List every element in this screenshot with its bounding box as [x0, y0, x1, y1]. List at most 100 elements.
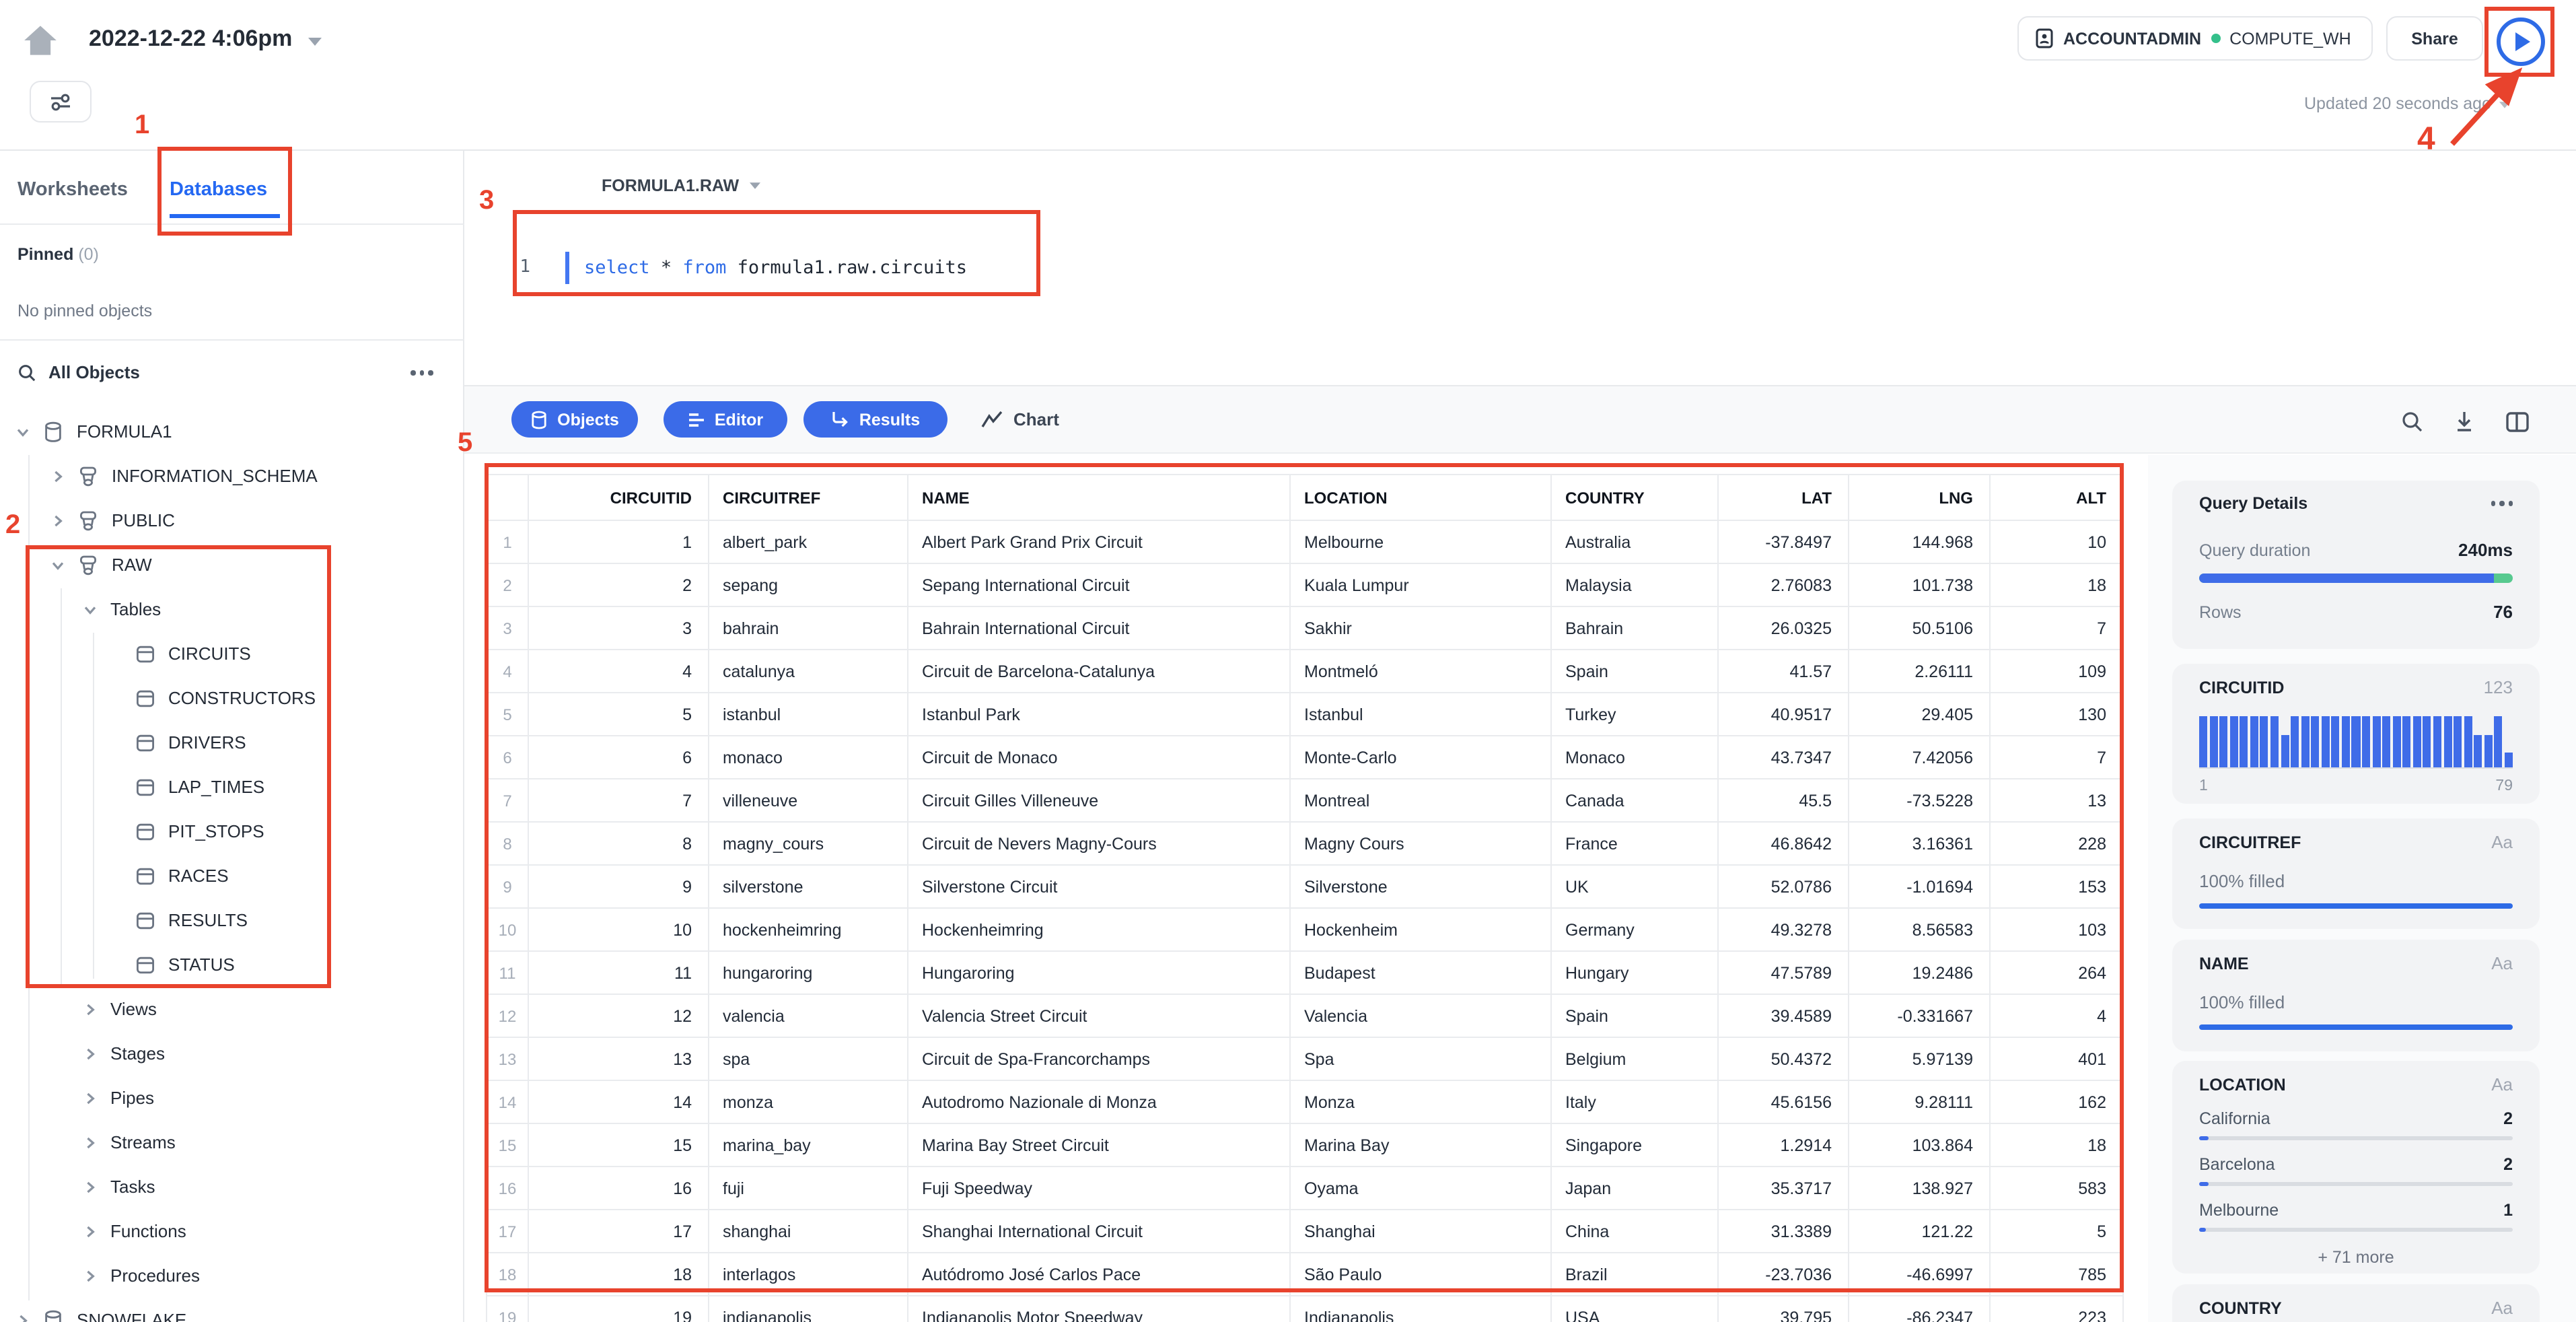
tree-item-pipes[interactable]: Pipes — [0, 1076, 464, 1120]
tree-item-functions[interactable]: Functions — [0, 1209, 464, 1253]
column-header[interactable] — [486, 474, 529, 521]
tab-databases[interactable]: Databases — [170, 179, 267, 201]
split-panel-button[interactable] — [2503, 408, 2530, 435]
chevron-right-icon[interactable] — [83, 1091, 97, 1105]
tab-results[interactable]: Results — [803, 401, 947, 438]
table-row[interactable]: 12 12 valencia Valencia Street Circuit Valen… — [486, 995, 2124, 1038]
object-search[interactable]: All Objects — [17, 362, 140, 382]
tree-item-public[interactable]: PUBLIC — [0, 498, 464, 543]
chevron-right-icon[interactable] — [51, 514, 65, 527]
table-row[interactable]: 1 1 albert_park Albert Park Grand Prix Circ… — [486, 521, 2124, 564]
table-row[interactable]: 5 5 istanbul Istanbul Park Istanbul Turkey 40.… — [486, 693, 2124, 736]
table-row[interactable]: 18 18 interlagos Autódromo José Carlos Pace… — [486, 1253, 2124, 1296]
tree-item-drivers[interactable]: DRIVERS — [0, 720, 464, 765]
duration-bar-execution — [2199, 573, 2495, 583]
table-cell: 7.42056 — [1849, 736, 1991, 779]
table-cell: Bahrain — [1552, 607, 1719, 650]
column-header[interactable]: ALT — [1991, 474, 2124, 521]
table-row[interactable]: 3 3 bahrain Bahrain International Circuit Sa… — [486, 607, 2124, 650]
tree-item-races[interactable]: RACES — [0, 854, 464, 898]
tree-item-tables[interactable]: Tables — [0, 587, 464, 631]
tree-item-circuits[interactable]: CIRCUITS — [0, 631, 464, 676]
chevron-down-icon[interactable] — [83, 602, 97, 616]
table-row[interactable]: 4 4 catalunya Circuit de Barcelona-Cataluny… — [486, 650, 2124, 693]
chevron-right-icon[interactable] — [83, 1269, 97, 1282]
table-row[interactable]: 14 14 monza Autodromo Nazionale di Monza Mon… — [486, 1081, 2124, 1124]
table-cell: Circuit Gilles Villeneuve — [908, 779, 1291, 823]
filters-button[interactable] — [30, 81, 92, 123]
column-header[interactable]: NAME — [908, 474, 1291, 521]
tab-objects[interactable]: Objects — [511, 401, 638, 438]
tree-item-stages[interactable]: Stages — [0, 1031, 464, 1076]
table-row[interactable]: 19 19 indianapolis Indianapolis Motor Speed… — [486, 1296, 2124, 1322]
tree-item-tasks[interactable]: Tasks — [0, 1164, 464, 1209]
download-results-button[interactable] — [2451, 408, 2478, 435]
table-cell: Monte-Carlo — [1291, 736, 1552, 779]
tree-item-results[interactable]: RESULTS — [0, 898, 464, 942]
table-row[interactable]: 7 7 villeneuve Circuit Gilles Villeneuve Mon… — [486, 779, 2124, 823]
chevron-right-icon[interactable] — [16, 1313, 30, 1322]
tab-worksheets[interactable]: Worksheets — [17, 179, 128, 201]
table-row[interactable]: 13 13 spa Circuit de Spa-Francorchamps Spa Be… — [486, 1038, 2124, 1081]
worksheet-title[interactable]: 2022-12-22 4:06pm — [89, 26, 292, 53]
objects-menu-icon[interactable] — [410, 370, 433, 375]
home-icon[interactable] — [23, 23, 58, 58]
table-row[interactable]: 9 9 silverstone Silverstone Circuit Silverst… — [486, 866, 2124, 909]
tree-item-procedures[interactable]: Procedures — [0, 1253, 464, 1298]
column-card-country[interactable]: COUNTRY Aa — [2172, 1284, 2540, 1322]
chevron-right-icon[interactable] — [83, 1180, 97, 1193]
chevron-right-icon[interactable] — [83, 1136, 97, 1149]
tree-item-snowflake[interactable]: SNOWFLAKE — [0, 1298, 464, 1322]
table-cell: 138.927 — [1849, 1167, 1991, 1210]
tree-item-label: CIRCUITS — [168, 643, 251, 664]
chevron-down-icon[interactable] — [51, 558, 65, 571]
context-selector[interactable]: ACCOUNTADMIN COMPUTE_WH — [2017, 16, 2373, 61]
column-header[interactable]: CIRCUITREF — [709, 474, 908, 521]
chevron-right-icon[interactable] — [51, 469, 65, 483]
tree-item-lap_times[interactable]: LAP_TIMES — [0, 765, 464, 809]
column-header[interactable]: LAT — [1719, 474, 1849, 521]
table-row[interactable]: 16 16 fuji Fuji Speedway Oyama Japan 35.3717 13… — [486, 1167, 2124, 1210]
column-card-name[interactable]: NAME Aa 100% filled — [2172, 940, 2540, 1051]
table-row[interactable]: 11 11 hungaroring Hungaroring Budapest Hungar… — [486, 952, 2124, 995]
tree-item-pit_stops[interactable]: PIT_STOPS — [0, 809, 464, 854]
tree-item-raw[interactable]: RAW — [0, 543, 464, 587]
tab-editor[interactable]: Editor — [664, 401, 787, 438]
query-details-menu-icon[interactable] — [2491, 501, 2513, 506]
worksheet-title-caret-icon[interactable] — [308, 38, 322, 46]
share-button[interactable]: Share — [2386, 16, 2483, 61]
tree-item-streams[interactable]: Streams — [0, 1120, 464, 1164]
chevron-down-icon[interactable] — [16, 425, 30, 438]
tree-item-information_schema[interactable]: INFORMATION_SCHEMA — [0, 454, 464, 498]
sliders-icon — [51, 93, 70, 110]
tree-item-constructors[interactable]: CONSTRUCTORS — [0, 676, 464, 720]
search-results-button[interactable] — [2398, 408, 2425, 435]
location-more-label[interactable]: + 71 more — [2199, 1248, 2513, 1267]
chevron-right-icon[interactable] — [83, 1047, 97, 1060]
chevron-right-icon[interactable] — [83, 1002, 97, 1016]
table-row[interactable]: 10 10 hockenheimring Hockenheimring Hockenhe… — [486, 909, 2124, 952]
tree-item-status[interactable]: STATUS — [0, 942, 464, 987]
column-header[interactable]: COUNTRY — [1552, 474, 1719, 521]
table-row[interactable]: 17 17 shanghai Shanghai International Circu… — [486, 1210, 2124, 1253]
tab-chart[interactable]: Chart — [981, 401, 1059, 438]
column-card-circuitref[interactable]: CIRCUITREF Aa 100% filled — [2172, 819, 2540, 929]
column-header[interactable]: CIRCUITID — [529, 474, 709, 521]
run-query-button[interactable] — [2497, 18, 2545, 66]
table-row[interactable]: 6 6 monaco Circuit de Monaco Monte-Carlo Mona… — [486, 736, 2124, 779]
column-header[interactable]: LOCATION — [1291, 474, 1552, 521]
sql-editor-line[interactable]: 1 select * from formula1.raw.circuits — [511, 249, 967, 285]
tree-item-formula1[interactable]: FORMULA1 — [0, 409, 464, 454]
row-number: 15 — [486, 1124, 529, 1167]
table-row[interactable]: 15 15 marina_bay Marina Bay Street Circuit M… — [486, 1124, 2124, 1167]
column-header[interactable]: LNG — [1849, 474, 1991, 521]
table-row[interactable]: 2 2 sepang Sepang International Circuit Kual… — [486, 564, 2124, 607]
column-card-circuitid[interactable]: CIRCUITID 123 1 79 — [2172, 664, 2540, 804]
database-context-selector[interactable]: FORMULA1.RAW — [602, 176, 762, 195]
tree-item-views[interactable]: Views — [0, 987, 464, 1031]
chevron-right-icon[interactable] — [83, 1224, 97, 1238]
column-card-location[interactable]: LOCATION Aa California 2 Barcelona 2 Melbour… — [2172, 1061, 2540, 1274]
table-row[interactable]: 8 8 magny_cours Circuit de Nevers Magny-Cou… — [486, 823, 2124, 866]
histogram-min-label: 1 — [2199, 778, 2208, 794]
table-cell: 43.7347 — [1719, 736, 1849, 779]
